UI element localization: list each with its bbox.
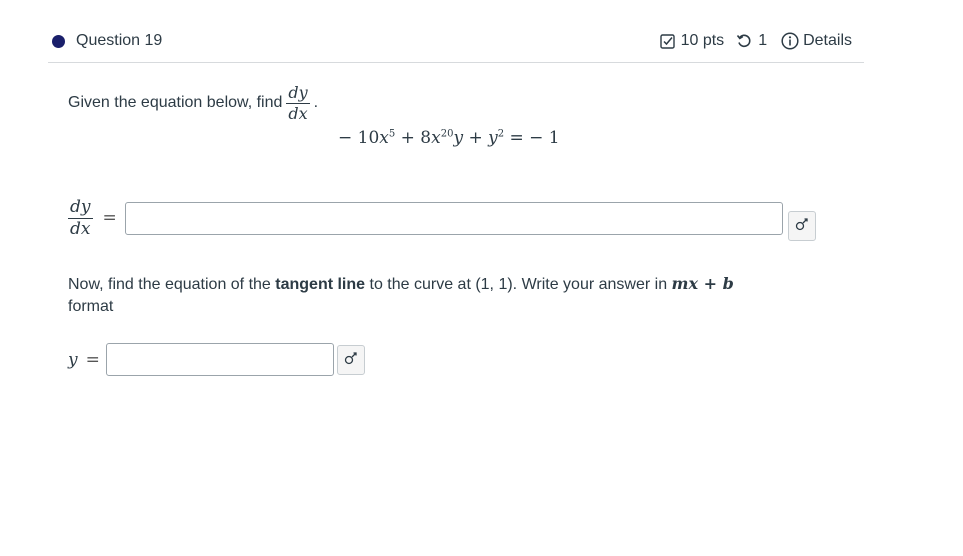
tangent-text: to the curve at (1, 1). Write your answe… [365,276,672,293]
tangent-line-prompt: Now, find the equation of the tangent li… [68,273,828,318]
given-equation: − 10x5 + 8x20y + y2 = − 1 [338,128,560,148]
tangent-bold-text: tangent line [275,276,366,293]
info-icon [781,32,799,50]
tangent-answer-input[interactable] [105,343,334,376]
question-meta: 10 pts 1 Details [659,32,852,50]
answer-derivative-numerator: dy [68,197,93,219]
retry-icon [736,33,752,49]
eq-var: x [379,128,389,148]
checkbox-icon [659,33,675,49]
math-keyboard-button[interactable] [337,345,365,375]
points-label: 10 pts [680,32,725,49]
question-status-bullet [52,35,65,48]
attempts-count: 1 [758,32,768,49]
equals-sign: = [102,208,117,229]
derivative-fraction: dy dx [286,83,310,123]
tangent-text: format [68,298,114,315]
tangent-answer-row: y = [68,343,334,376]
answer-y-label: y [68,349,78,370]
equals-sign: = [85,349,100,370]
math-keyboard-icon [795,217,809,236]
math-keyboard-button[interactable] [788,211,816,241]
answer-derivative-fraction: dy dx [68,198,93,238]
details-button[interactable]: Details [781,32,852,50]
eq-term: + 8 [395,128,432,148]
derivative-answer-input[interactable] [124,201,783,235]
tangent-text: Now, find the equation of the [68,276,276,293]
prompt-period: . [313,94,319,112]
eq-var: x [431,128,441,148]
tangent-formula: mx + b [671,274,734,293]
eq-term: + [463,128,489,148]
eq-exponent: 20 [440,128,454,140]
question-title: Question 19 [76,32,163,49]
derivative-denominator: dx [288,103,308,123]
question-header: Question 19 10 pts 1 Details [48,24,864,63]
eq-term: − 10 [338,128,380,148]
question-prompt: Given the equation below, find dy dx . [68,84,318,122]
eq-var: y [453,128,464,148]
answer-derivative-denominator: dx [70,218,91,239]
derivative-answer-row: dy dx = [68,198,783,238]
prompt-text: Given the equation below, find [68,94,283,112]
eq-var: y [488,128,498,148]
eq-rhs: = − 1 [504,128,560,148]
math-keyboard-icon [344,351,358,370]
derivative-numerator: dy [286,83,310,104]
details-label: Details [803,32,852,49]
